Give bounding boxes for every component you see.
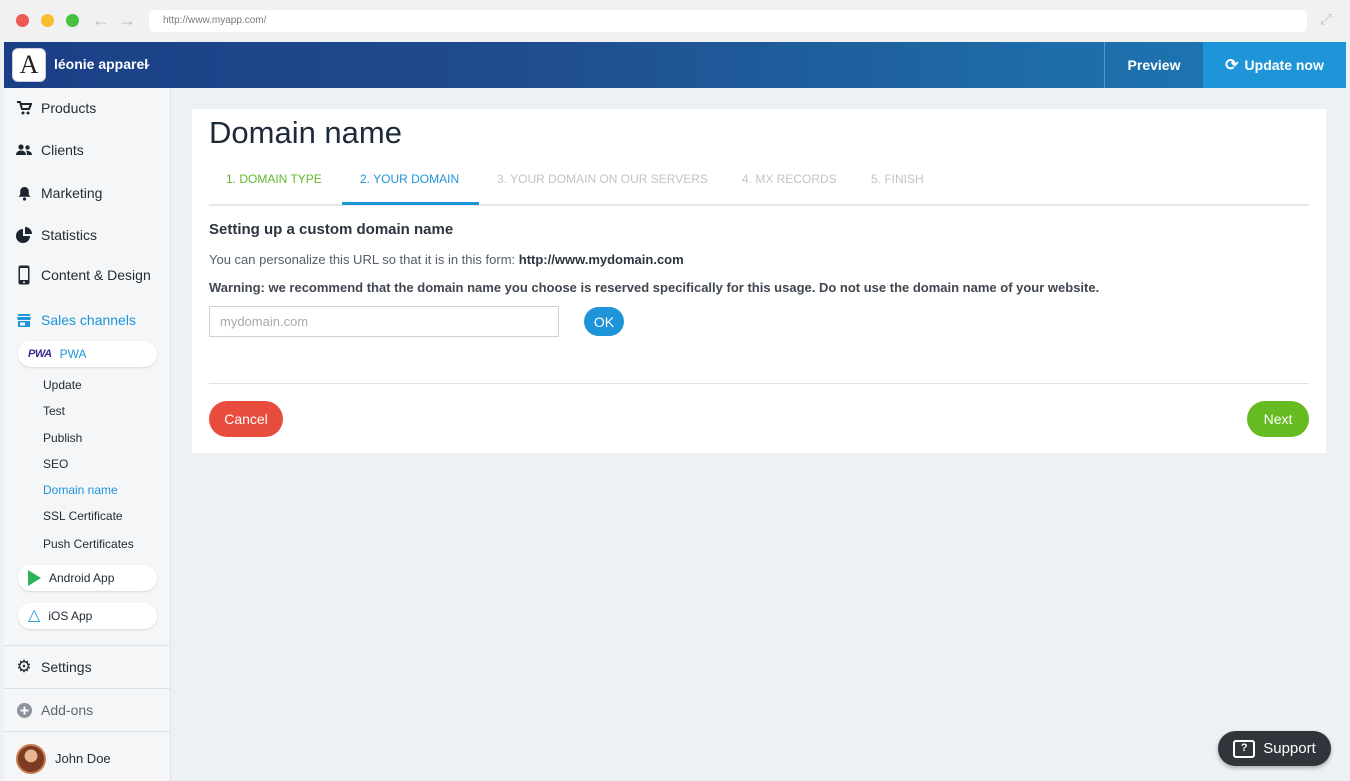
support-label: Support (1263, 740, 1316, 757)
sidebar-item-label: Content & Design (41, 267, 151, 283)
step-your-domain[interactable]: 2. YOUR DOMAIN (360, 172, 459, 186)
back-arrow-icon[interactable]: ← (92, 9, 110, 31)
sidebar-item-label: Settings (41, 659, 92, 675)
avatar[interactable] (16, 744, 46, 774)
step-mx-records: 4. MX RECORDS (742, 172, 837, 186)
cart-icon (16, 100, 32, 116)
gear-icon: ⚙ (16, 657, 32, 676)
sidebar-item-content-design[interactable]: Content & Design (16, 265, 151, 285)
phone-icon (16, 265, 32, 285)
pwa-subitem-update[interactable]: Update (43, 378, 82, 392)
ok-button[interactable]: OK (584, 307, 624, 336)
user-name[interactable]: John Doe (55, 751, 111, 766)
pwa-subitem-domain-name[interactable]: Domain name (43, 483, 118, 497)
pwa-subitem-ssl-certificate[interactable]: SSL Certificate (43, 509, 123, 523)
chat-help-icon: ? (1233, 739, 1256, 758)
sidebar-item-addons[interactable]: Add-ons (16, 702, 93, 718)
window-minimize-button[interactable] (41, 14, 54, 27)
step-domain-type[interactable]: 1. DOMAIN TYPE (226, 172, 322, 186)
pwa-subitem-seo[interactable]: SEO (43, 457, 68, 471)
forward-arrow-icon[interactable]: → (118, 9, 136, 31)
store-logo[interactable]: A (12, 48, 46, 82)
step-finish: 5. FINISH (871, 172, 924, 186)
wizard-steps: 1. DOMAIN TYPE 2. YOUR DOMAIN 3. YOUR DO… (209, 159, 1309, 206)
logo-letter: A (19, 50, 39, 79)
sidebar-divider (4, 645, 170, 646)
store-name[interactable]: léonie apparel (54, 56, 148, 72)
app-store-icon: △ (28, 607, 41, 624)
description-url: http://www.mydomain.com (518, 252, 684, 267)
description-text: You can personalize this URL so that it … (209, 252, 516, 267)
cancel-button[interactable]: Cancel (209, 401, 283, 437)
store-icon (16, 312, 32, 328)
chevron-down-icon[interactable]: ⌄ (142, 56, 152, 70)
channel-pwa[interactable]: PWA PWA (18, 341, 157, 367)
update-now-button[interactable]: ⟳ Update now (1203, 42, 1346, 88)
window-close-button[interactable] (16, 14, 29, 27)
sidebar-item-settings[interactable]: ⚙ Settings (16, 657, 92, 676)
plus-circle-icon (16, 702, 32, 718)
sidebar-item-clients[interactable]: Clients (16, 142, 84, 158)
expand-icon[interactable]: ⤢ (1320, 10, 1332, 30)
pwa-subitem-push-certificates[interactable]: Push Certificates (43, 537, 134, 551)
sidebar-item-statistics[interactable]: Statistics (16, 227, 97, 243)
sidebar-item-label: Add-ons (41, 702, 94, 718)
domain-wizard-card: Domain name 1. DOMAIN TYPE 2. YOUR DOMAI… (192, 109, 1326, 453)
channel-android-app[interactable]: Android App (18, 565, 157, 591)
channel-ios-app[interactable]: △ iOS App (18, 603, 157, 629)
sidebar: Products Clients Marketing Statistics Co… (4, 88, 171, 781)
app-header: A léonie apparel ⌄ Preview ⟳ Update now (4, 42, 1346, 88)
channel-android-label: Android App (49, 571, 115, 585)
warning-text: Warning: we recommend that the domain na… (209, 280, 1100, 295)
sidebar-item-sales-channels[interactable]: Sales channels (16, 312, 136, 328)
active-step-indicator (342, 202, 479, 205)
pwa-subitem-publish[interactable]: Publish (43, 431, 82, 445)
pie-chart-icon (16, 227, 32, 243)
pwa-subitem-test[interactable]: Test (43, 404, 65, 418)
sidebar-divider (4, 731, 170, 732)
update-now-label: Update now (1244, 57, 1324, 73)
channel-pwa-label: PWA (59, 347, 87, 361)
next-button[interactable]: Next (1247, 401, 1309, 437)
address-bar[interactable]: http://www.myapp.com/ (149, 10, 1307, 32)
section-title: Setting up a custom domain name (209, 221, 454, 238)
browser-chrome: ← → http://www.myapp.com/ ⤢ (0, 0, 1350, 42)
page-title: Domain name (209, 115, 402, 150)
channel-ios-label: iOS App (48, 609, 93, 623)
sidebar-item-label: Marketing (41, 185, 103, 201)
description: You can personalize this URL so that it … (209, 252, 684, 267)
sidebar-item-label: Statistics (41, 227, 98, 243)
sidebar-item-label: Clients (41, 142, 84, 158)
sidebar-item-marketing[interactable]: Marketing (16, 185, 102, 201)
bell-icon (16, 185, 32, 201)
sidebar-item-label: Products (41, 100, 97, 116)
step-domain-on-servers: 3. YOUR DOMAIN ON OUR SERVERS (497, 172, 708, 186)
domain-input[interactable] (209, 306, 559, 337)
google-play-icon (28, 570, 41, 586)
window-maximize-button[interactable] (66, 14, 79, 27)
sidebar-divider (4, 688, 170, 689)
pwa-logo-icon: PWA (28, 348, 52, 360)
sidebar-item-products[interactable]: Products (16, 100, 96, 116)
support-button[interactable]: ? Support (1218, 731, 1331, 766)
sidebar-item-label: Sales channels (41, 312, 136, 328)
card-divider (209, 383, 1309, 384)
refresh-icon: ⟳ (1225, 57, 1239, 74)
users-icon (16, 142, 32, 158)
preview-button[interactable]: Preview (1104, 42, 1203, 88)
